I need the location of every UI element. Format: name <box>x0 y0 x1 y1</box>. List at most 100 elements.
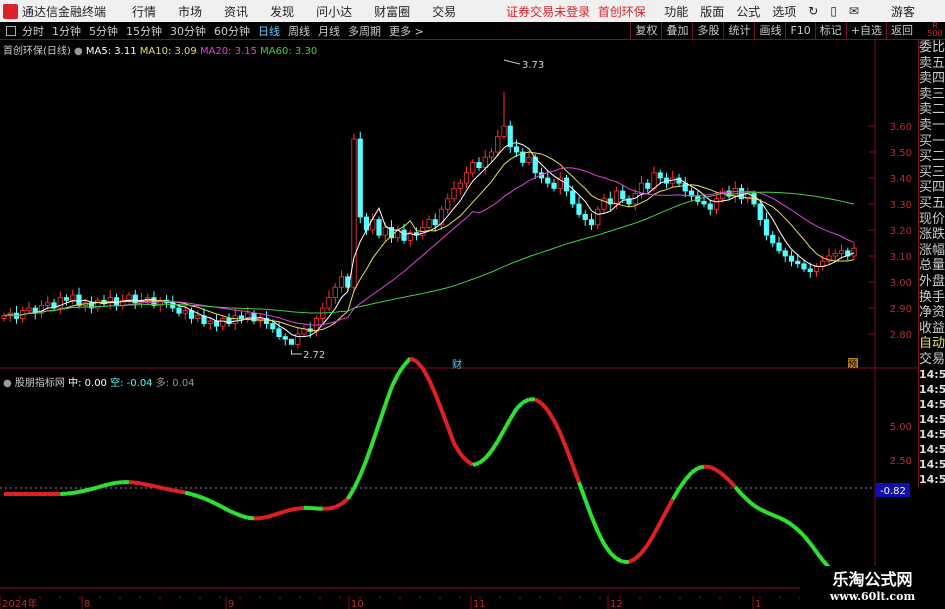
indicator-segment <box>740 492 750 502</box>
candle <box>613 190 620 205</box>
candle <box>332 286 338 299</box>
indicator-segment <box>658 509 669 524</box>
indicator-segment <box>259 515 267 521</box>
indicator-segment <box>778 515 787 523</box>
month-label: 8 <box>84 599 90 609</box>
indicator-segment <box>639 543 650 555</box>
quote-field: 收益 <box>919 320 945 336</box>
indicator-name: 股朋指标网 <box>14 378 65 389</box>
indicator-segment <box>265 513 274 520</box>
indicator-segment <box>328 505 336 511</box>
indicator-segment <box>209 499 218 506</box>
indicator-segment <box>445 425 456 444</box>
indicator-segment <box>652 521 663 536</box>
candle <box>220 317 226 327</box>
indicator-segment <box>221 505 230 513</box>
ma20-value: MA20: 3.15 <box>199 46 257 57</box>
indicator-segment <box>814 550 825 562</box>
indicator-mid: 中: 0.00 <box>68 378 107 389</box>
indicator-segment <box>370 422 381 443</box>
indicator-segment <box>141 481 149 487</box>
indicator-segment <box>677 478 687 491</box>
indicator-segment <box>465 458 474 467</box>
quote-field: 买三 <box>919 164 945 180</box>
indicator-segment <box>439 409 450 428</box>
quote-field: 14:56 <box>919 413 945 427</box>
finance-marker[interactable]: 财 <box>452 358 462 371</box>
quote-field: 14:56 <box>919 443 945 457</box>
indicator-segment <box>84 487 92 493</box>
indicator-segment <box>297 505 305 511</box>
candle <box>770 234 776 244</box>
quote-field: 买五 <box>919 195 945 211</box>
indicator-tick: 2.50 <box>890 456 912 467</box>
indicator-segment <box>683 471 694 482</box>
price-tick: 2.80 <box>890 330 912 341</box>
quote-field: 现价 <box>919 211 945 227</box>
price-tick: 3.10 <box>890 252 912 263</box>
indicator-segment <box>765 510 774 517</box>
candle <box>595 208 601 226</box>
kline-chart[interactable]: 3.60 3.50 3.40 3.30 3.20 3.10 3.00 2.90 2.80 5.00… <box>0 0 918 609</box>
candle <box>282 336 288 340</box>
indicator-segment <box>697 464 705 471</box>
indicator-segment <box>633 551 643 561</box>
candle <box>476 161 482 168</box>
quote-field: 14:56 <box>919 458 945 472</box>
low-label: 2.72 <box>303 350 325 361</box>
indicator-segment <box>521 397 530 405</box>
indicator-line <box>4 357 855 577</box>
indicator-segment <box>715 468 724 477</box>
indicator-segment <box>489 440 500 453</box>
quote-field: 自动 <box>919 336 945 352</box>
indicator-segment <box>570 464 581 484</box>
candle <box>295 333 301 345</box>
quote-field: 14:56 <box>919 473 945 487</box>
indicator-segment <box>197 494 205 501</box>
settings-circle-icon[interactable]: ● <box>74 46 83 57</box>
price-tick: 3.00 <box>890 278 912 289</box>
candle <box>545 177 551 184</box>
indicator-segment <box>90 485 99 492</box>
candle <box>45 302 51 306</box>
indicator-short: 空: -0.04 <box>110 378 153 389</box>
candle <box>376 219 382 236</box>
indicator-segment <box>215 502 224 510</box>
indicator-segment <box>671 487 681 501</box>
indicator-segment <box>172 488 180 494</box>
indicator-segment <box>564 447 575 467</box>
current-value: -0.82 <box>880 486 906 497</box>
high-label: 3.73 <box>522 60 544 71</box>
settings-circle-icon[interactable]: ● <box>3 378 12 389</box>
indicator-tick: 5.00 <box>890 422 912 433</box>
candle <box>432 219 438 226</box>
indicator-legend: ● 股朋指标网 中: 0.00 空: -0.04 多: 0.04 <box>3 374 195 389</box>
candle <box>582 213 588 220</box>
month-label: 1 <box>755 599 761 609</box>
indicator-segment <box>690 466 699 475</box>
candle <box>645 182 651 189</box>
indicator-segment <box>595 530 606 545</box>
candle <box>76 294 82 306</box>
candle <box>382 226 388 236</box>
indicator-segment <box>234 511 243 518</box>
indicator-segment <box>589 515 600 533</box>
candle <box>176 307 182 314</box>
candle <box>757 203 763 220</box>
forecast-marker[interactable]: 预 <box>848 359 857 370</box>
candle <box>776 242 782 252</box>
r-badge[interactable]: R 500 <box>927 22 943 38</box>
ma5-value: MA5: 3.11 <box>85 46 137 57</box>
price-tick: 2.90 <box>890 304 912 315</box>
candle <box>238 315 245 319</box>
candle <box>851 247 857 257</box>
candle <box>26 307 32 311</box>
quote-field: 卖一 <box>919 117 945 133</box>
candle <box>763 219 770 236</box>
quote-field: 买四 <box>919 180 945 196</box>
indicator-segment <box>228 508 237 516</box>
candle <box>713 198 720 210</box>
candle <box>57 297 63 309</box>
quote-field: 14:56 <box>919 428 945 442</box>
indicator-segment <box>709 465 718 472</box>
